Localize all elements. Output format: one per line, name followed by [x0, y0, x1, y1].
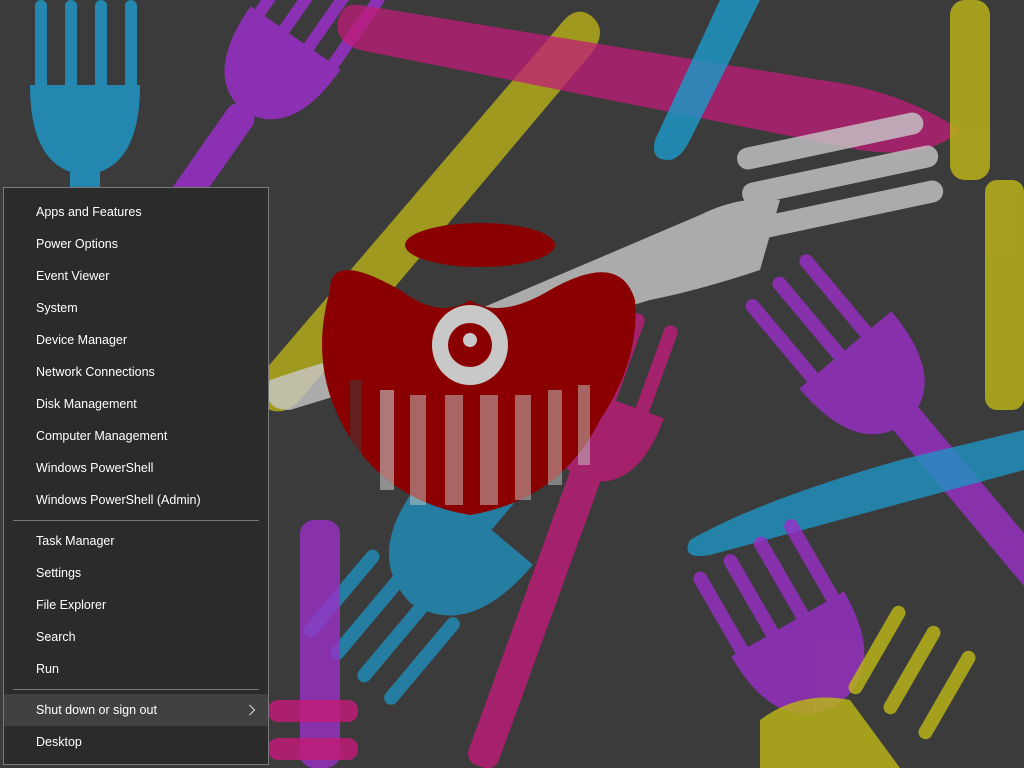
menu-item-system[interactable]: System [4, 292, 268, 324]
fork-shape [950, 0, 1024, 410]
menu-item-shut-down-or-sign-out[interactable]: Shut down or sign out [4, 694, 268, 726]
menu-item-network-connections[interactable]: Network Connections [4, 356, 268, 388]
menu-item-apps-and-features[interactable]: Apps and Features [4, 196, 268, 228]
menu-item-task-manager[interactable]: Task Manager [4, 525, 268, 557]
menu-group-power: Shut down or sign out Desktop [4, 694, 268, 758]
menu-item-device-manager[interactable]: Device Manager [4, 324, 268, 356]
desktop-background: Apps and Features Power Options Event Vi… [0, 0, 1024, 768]
fork-shape [30, 0, 140, 200]
menu-group-system-tools: Task Manager Settings File Explorer Sear… [4, 525, 268, 685]
menu-item-run[interactable]: Run [4, 653, 268, 685]
menu-item-windows-powershell[interactable]: Windows PowerShell [4, 452, 268, 484]
menu-separator [13, 689, 259, 690]
menu-item-computer-management[interactable]: Computer Management [4, 420, 268, 452]
quick-link-menu: Apps and Features Power Options Event Vi… [3, 187, 269, 765]
menu-item-settings[interactable]: Settings [4, 557, 268, 589]
menu-item-label: Shut down or sign out [36, 703, 157, 717]
menu-separator [13, 520, 259, 521]
menu-item-disk-management[interactable]: Disk Management [4, 388, 268, 420]
menu-group-admin-tools: Apps and Features Power Options Event Vi… [4, 196, 268, 516]
menu-item-power-options[interactable]: Power Options [4, 228, 268, 260]
fork-shape [300, 520, 340, 768]
menu-item-search[interactable]: Search [4, 621, 268, 653]
chevron-right-icon [246, 694, 258, 726]
menu-item-file-explorer[interactable]: File Explorer [4, 589, 268, 621]
menu-item-desktop[interactable]: Desktop [4, 726, 268, 758]
menu-item-windows-powershell-admin[interactable]: Windows PowerShell (Admin) [4, 484, 268, 516]
menu-item-event-viewer[interactable]: Event Viewer [4, 260, 268, 292]
